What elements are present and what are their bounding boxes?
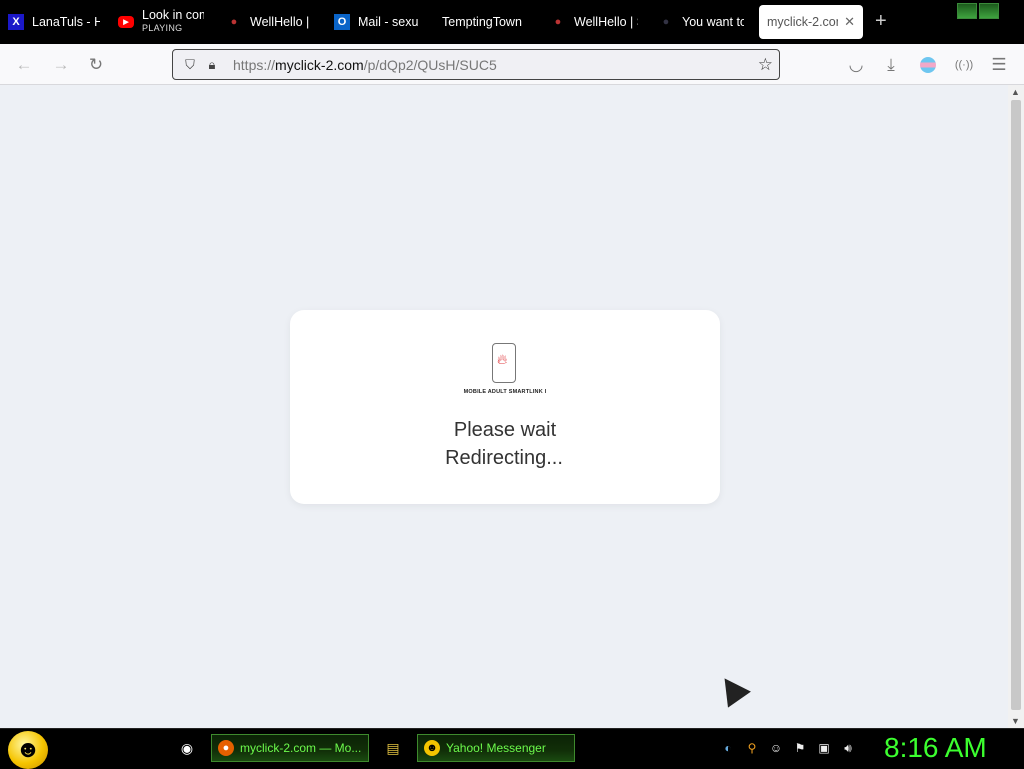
tab-title: You want to [682,15,744,29]
window-controls [957,3,999,19]
tab-title: WellHello | a [250,15,312,29]
redirect-card: 🔥︎ MOBILE ADULT SMARTLINK I Please wait … [290,310,720,504]
tab-title: myclick-2.com [767,15,838,29]
tab-lanatuls[interactable]: X LanaTuls - H [8,5,100,39]
youtube-icon: ▶ [118,16,134,28]
clock[interactable]: 8:16 AM [884,732,987,764]
scroll-down-icon[interactable]: ▼ [1011,716,1020,726]
maximize-button[interactable] [979,3,999,19]
brand-label: MOBILE ADULT SMARTLINK I [463,389,547,395]
search-icon[interactable]: ⚲ [744,740,760,756]
navigation-bar: ← → ↻ ⛉ 🔒︎ https://myclick-2.com/p/dQp2/… [0,44,1024,85]
pin-icon: ● [554,16,562,28]
redirecting-text: Redirecting... [445,447,563,469]
task-firefox[interactable]: ● myclick-2.com — Mo... [211,734,369,762]
scrollbar-thumb[interactable] [1011,100,1021,710]
tab-myclick-active[interactable]: myclick-2.com ✕ [759,5,863,39]
tab-mail[interactable]: O Mail - sexu [334,5,420,39]
extension-icon[interactable]: ((·)) [953,54,975,76]
tab-title: Look in com [142,9,204,22]
volume-icon[interactable]: 🔊︎ [840,740,856,756]
tab-title: WellHello | S [574,15,638,29]
folder-icon[interactable]: ▤ [384,739,402,757]
page-content: 🔥︎ MOBILE ADULT SMARTLINK I Please wait … [0,85,1008,728]
scroll-up-icon[interactable]: ▲ [1011,87,1020,97]
reload-icon[interactable]: ↻ [85,54,107,76]
tab-youtube[interactable]: ▶ Look in com PLAYING [118,5,204,39]
url-path: /p/dQp2/QUsH/SUC5 [363,56,497,73]
outlook-icon: O [334,14,350,30]
please-wait-text: Please wait [453,419,557,441]
tab-wellhello-2[interactable]: ● WellHello | S [550,5,638,39]
smiley-icon: ☻ [424,740,440,756]
url-host: myclick-2.com [275,56,364,73]
bookmark-star-icon[interactable]: ☆ [758,55,773,75]
url-bar[interactable]: ⛉ 🔒︎ https://myclick-2.com/p/dQp2/QUsH/S… [172,49,780,80]
back-icon[interactable]: ← [13,54,35,76]
tab-playing-label: PLAYING [142,23,183,33]
network-icon[interactable]: ▣ [816,740,832,756]
taskbar: ☻ ◉ ● myclick-2.com — Mo... ▤ ☻ Yahoo! M… [0,728,1024,769]
menu-icon[interactable]: ☰ [988,54,1010,76]
messenger-tray-icon[interactable]: ☺ [768,740,784,756]
shield-icon[interactable]: ⛉ [181,56,199,74]
vertical-scrollbar[interactable]: ▲ ▼ [1008,85,1024,728]
tab-title: Mail - sexu [358,15,419,29]
action-center-flag-icon[interactable]: ⚑ [792,740,808,756]
url-text[interactable]: https://myclick-2.com/p/dQp2/QUsH/SUC5 [233,57,497,73]
x-icon: X [8,14,24,30]
firefox-icon: ● [218,740,234,756]
task-label: Yahoo! Messenger [446,741,546,755]
minimize-button[interactable] [957,3,977,19]
tab-temptingtown[interactable]: TemptingTown [442,5,532,39]
circle-icon: ● [662,16,670,28]
url-scheme: https:// [233,56,276,73]
new-tab-button[interactable]: + [875,10,887,33]
task-yahoo-messenger[interactable]: ☻ Yahoo! Messenger [417,734,575,762]
task-label: myclick-2.com — Mo... [240,741,362,755]
lock-icon[interactable]: 🔒︎ [203,56,221,74]
tab-wellhello-1[interactable]: ● WellHello | a [226,5,312,39]
forward-icon[interactable]: → [50,54,72,76]
phone-flame-logo: 🔥︎ [492,343,516,383]
tab-title: LanaTuls - H [32,15,100,29]
start-button[interactable]: ☻ [8,731,48,769]
pocket-icon[interactable]: ◡ [845,54,867,76]
profile-icon[interactable] [917,54,939,76]
download-icon[interactable]: ⤓ [880,54,902,76]
pin-icon: ● [230,16,238,28]
close-tab-icon[interactable]: ✕ [844,14,855,30]
tab-you-want-to[interactable]: ● You want to [658,5,744,39]
network-globe-icon[interactable]: ◐ [720,740,736,756]
tab-strip: X LanaTuls - H ▶ Look in com PLAYING ● W… [0,0,1024,44]
chrome-icon[interactable]: ◉ [178,739,196,757]
flame-icon: 🔥︎ [497,351,508,367]
tab-title: TemptingTown [442,15,522,29]
